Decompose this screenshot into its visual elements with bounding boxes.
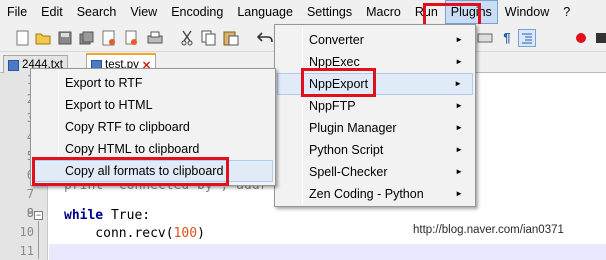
menu-item-label: Export to RTF	[65, 76, 143, 90]
watermark-text: http://blog.naver.com/ian0371	[413, 224, 564, 236]
close-icon[interactable]	[100, 29, 118, 47]
copy-icon[interactable]	[200, 29, 218, 47]
fold-line	[38, 221, 39, 259]
export-to-html-item[interactable]: Export to HTML	[33, 94, 273, 116]
line-number: 7	[26, 187, 34, 201]
line-number: 3	[0, 109, 34, 128]
menu-item-label: Copy HTML to clipboard	[65, 142, 200, 156]
menu-edit[interactable]: Edit	[34, 0, 70, 24]
line-number: 10	[19, 225, 34, 239]
new-file-icon[interactable]	[14, 29, 32, 47]
menu-bar: File Edit Search View Encoding Language …	[0, 0, 606, 24]
save-all-icon[interactable]	[78, 29, 96, 47]
zoom-icon[interactable]	[476, 29, 494, 47]
paste-icon[interactable]	[222, 29, 240, 47]
plugins-item-zen-coding[interactable]: Zen Coding - Python ►	[277, 183, 473, 205]
keyword: while	[64, 208, 104, 223]
menu-search[interactable]: Search	[70, 0, 124, 24]
number-literal: 100	[173, 226, 198, 241]
menu-window[interactable]: Window	[498, 0, 556, 24]
menu-language[interactable]: Language	[230, 0, 300, 24]
plugins-item-nppftp[interactable]: NppFTP ►	[277, 95, 473, 117]
menu-macro[interactable]: Macro	[359, 0, 408, 24]
submenu-arrow-icon: ►	[455, 145, 463, 154]
menu-item-label: Converter	[309, 33, 364, 47]
indent-guide-icon[interactable]	[518, 29, 536, 47]
submenu-arrow-icon: ►	[455, 123, 463, 132]
plugins-item-spell-checker[interactable]: Spell-Checker ►	[277, 161, 473, 183]
copy-all-highlight-box	[32, 157, 229, 186]
submenu-arrow-icon: ►	[455, 35, 463, 44]
plugins-item-converter[interactable]: Converter ►	[277, 29, 473, 51]
open-file-icon[interactable]	[34, 29, 52, 47]
menu-item-label: Plugin Manager	[309, 121, 397, 135]
code-text: conn.recv(	[64, 226, 174, 241]
menu-encoding[interactable]: Encoding	[164, 0, 230, 24]
fold-toggle-icon[interactable]: −	[34, 211, 43, 220]
close-all-icon[interactable]	[122, 29, 140, 47]
code-line-9: while True:	[64, 206, 150, 225]
menu-view[interactable]: View	[123, 0, 164, 24]
line-number: 4	[0, 128, 34, 147]
menu-help[interactable]: ?	[556, 0, 577, 24]
submenu-arrow-icon: ►	[455, 57, 463, 66]
menu-item-label: NppExec	[309, 55, 360, 69]
plugins-menu: Converter ► NppExec ► NppExport ► NppFTP ► P…	[274, 24, 476, 207]
menu-item-label: Copy RTF to clipboard	[65, 120, 190, 134]
paragraph-icon[interactable]: ¶	[498, 29, 516, 47]
line-number: 6	[0, 166, 34, 185]
plugins-item-plugin-manager[interactable]: Plugin Manager ►	[277, 117, 473, 139]
current-line-highlight	[49, 244, 606, 260]
code-line-10: conn.recv(100)	[64, 224, 205, 243]
menu-item-label: Zen Coding - Python	[309, 187, 424, 201]
submenu-arrow-icon: ►	[455, 101, 463, 110]
line-number: 9	[26, 206, 34, 220]
macro-record-icon[interactable]	[572, 29, 590, 47]
undo-icon[interactable]	[256, 29, 274, 47]
submenu-arrow-icon: ►	[455, 189, 463, 198]
line-number: 5	[0, 147, 34, 166]
print-icon[interactable]	[146, 29, 164, 47]
macro-stop-icon[interactable]	[592, 29, 606, 47]
copy-rtf-item[interactable]: Copy RTF to clipboard	[33, 116, 273, 138]
line-number: 11	[19, 244, 34, 258]
code-text: )	[197, 226, 205, 241]
menu-item-label: NppFTP	[309, 99, 356, 113]
save-icon[interactable]	[56, 29, 74, 47]
export-to-rtf-item[interactable]: Export to RTF	[33, 72, 273, 94]
menu-settings[interactable]: Settings	[300, 0, 359, 24]
code-text: True:	[103, 208, 151, 223]
menu-file[interactable]: File	[0, 0, 34, 24]
nppexport-highlight-box	[301, 68, 376, 97]
file-icon	[8, 59, 19, 71]
menu-item-label: Export to HTML	[65, 98, 153, 112]
line-number: 1	[0, 71, 34, 90]
menu-item-label: Spell-Checker	[309, 165, 388, 179]
plugins-item-python-script[interactable]: Python Script ►	[277, 139, 473, 161]
cut-icon[interactable]	[178, 29, 196, 47]
submenu-arrow-icon: ►	[454, 79, 462, 88]
line-number: 2	[0, 90, 34, 109]
menu-item-label: Python Script	[309, 143, 384, 157]
submenu-arrow-icon: ►	[455, 167, 463, 176]
